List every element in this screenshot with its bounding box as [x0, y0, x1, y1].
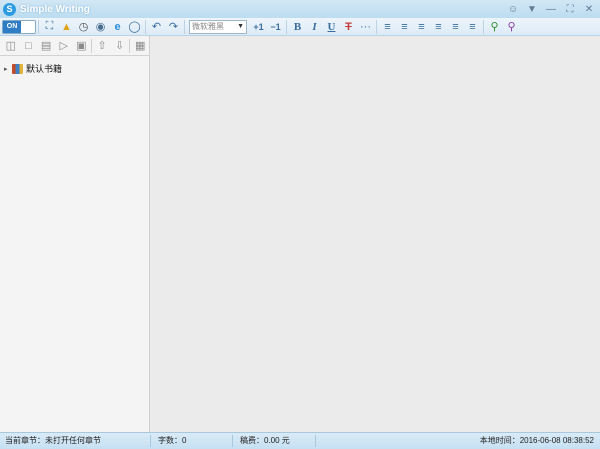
toolbar-divider [184, 19, 185, 34]
editor-area[interactable] [151, 36, 600, 432]
bold-button[interactable]: B [289, 19, 306, 35]
dropdown-icon[interactable]: ▼ [527, 2, 537, 16]
books-icon [12, 63, 23, 74]
font-family-select[interactable]: 微软雅黑 ▼ [189, 19, 247, 34]
folder-icon[interactable]: □ [20, 38, 38, 54]
status-bar: 当前章节：未打开任何章节 字数：0 稿费：0.00 元 本地时间：2016-06… [0, 432, 600, 449]
fullscreen-icon[interactable]: ⛶ [41, 19, 58, 35]
more-button[interactable]: ··· [357, 19, 374, 35]
font-family-value: 微软雅黑 [192, 21, 224, 31]
sidebar-toolbar: ◫ □ ▤ ▷ ▣ ⇧ ⇩ ▦ [0, 36, 149, 56]
sidebar-divider [91, 38, 93, 53]
toolbar-divider [145, 19, 146, 34]
move-down-icon[interactable]: ⇩ [111, 38, 129, 54]
toggle-on-label: ON [3, 20, 21, 33]
undo-icon[interactable]: ↶ [148, 19, 165, 35]
warning-icon[interactable]: ▲ [58, 19, 75, 35]
align-left-icon[interactable]: ≡ [379, 19, 396, 35]
book-icon[interactable]: ◫ [2, 38, 20, 54]
window-title: Simple Writing [20, 3, 90, 15]
status-royalty: 稿费：0.00 元 [240, 436, 290, 445]
align-center-icon[interactable]: ≡ [396, 19, 413, 35]
list-icon[interactable]: ≡ [464, 19, 481, 35]
expand-icon[interactable]: ▸ [4, 65, 12, 73]
minimize-icon[interactable]: — [546, 2, 556, 16]
circle-icon[interactable]: ◯ [126, 19, 143, 35]
font-size-decrease-button[interactable]: −1 [267, 19, 284, 35]
status-divider [232, 435, 233, 447]
move-up-icon[interactable]: ⇧ [93, 38, 111, 54]
mode-toggle[interactable]: ON [2, 19, 36, 34]
replace-search-icon[interactable]: ⚲ [503, 19, 520, 35]
status-divider [150, 435, 151, 447]
underline-button[interactable]: U [323, 19, 340, 35]
export-icon[interactable]: ▷ [55, 38, 73, 54]
status-word-count: 字数：0 [158, 436, 187, 445]
toolbar-divider [376, 19, 377, 34]
trash-icon[interactable]: ▣ [73, 38, 91, 54]
collapse-icon[interactable]: ▦ [131, 38, 149, 54]
status-current-chapter: 当前章节：未打开任何章节 [5, 436, 101, 445]
maximize-icon[interactable]: ⛶ [565, 2, 575, 16]
strikethrough-button[interactable]: T [340, 19, 357, 35]
chrome-icon[interactable]: ◉ [92, 19, 109, 35]
toolbar-divider [286, 19, 287, 34]
image-icon[interactable]: ▤ [37, 38, 55, 54]
status-divider [315, 435, 316, 447]
tree-item-label: 默认书籍 [26, 64, 63, 74]
indent-icon[interactable]: ≡ [447, 19, 464, 35]
clock-icon[interactable]: ◷ [75, 19, 92, 35]
title-bar: S Simple Writing ☺ ▼ — ⛶ ✕ [0, 0, 600, 18]
italic-button[interactable]: I [306, 19, 323, 35]
tree-item-default-book[interactable]: ▸ 默认书籍 [0, 56, 149, 75]
sidebar-divider [129, 38, 131, 53]
ie-icon[interactable]: e [109, 19, 126, 35]
user-icon[interactable]: ☺ [508, 2, 518, 16]
window-controls: ☺ ▼ — ⛶ ✕ [508, 2, 594, 16]
font-size-increase-button[interactable]: +1 [250, 19, 267, 35]
align-justify-icon[interactable]: ≡ [413, 19, 430, 35]
chapter-sidebar: ◫ □ ▤ ▷ ▣ ⇧ ⇩ ▦ ▸ 默认书籍 [0, 36, 150, 432]
toolbar-divider [38, 19, 39, 34]
redo-icon[interactable]: ↷ [165, 19, 182, 35]
close-icon[interactable]: ✕ [584, 2, 594, 16]
status-local-time: 本地时间：2016-06-08 08:38:52 [479, 436, 594, 445]
search-icon[interactable]: ⚲ [486, 19, 503, 35]
align-right-icon[interactable]: ≡ [430, 19, 447, 35]
main-toolbar: ON ⛶ ▲ ◷ ◉ e ◯ ↶ ↷ 微软雅黑 ▼ +1 −1 B I U T … [0, 18, 600, 36]
toolbar-divider [483, 19, 484, 34]
app-logo-icon: S [3, 2, 16, 16]
chevron-down-icon: ▼ [237, 22, 244, 30]
